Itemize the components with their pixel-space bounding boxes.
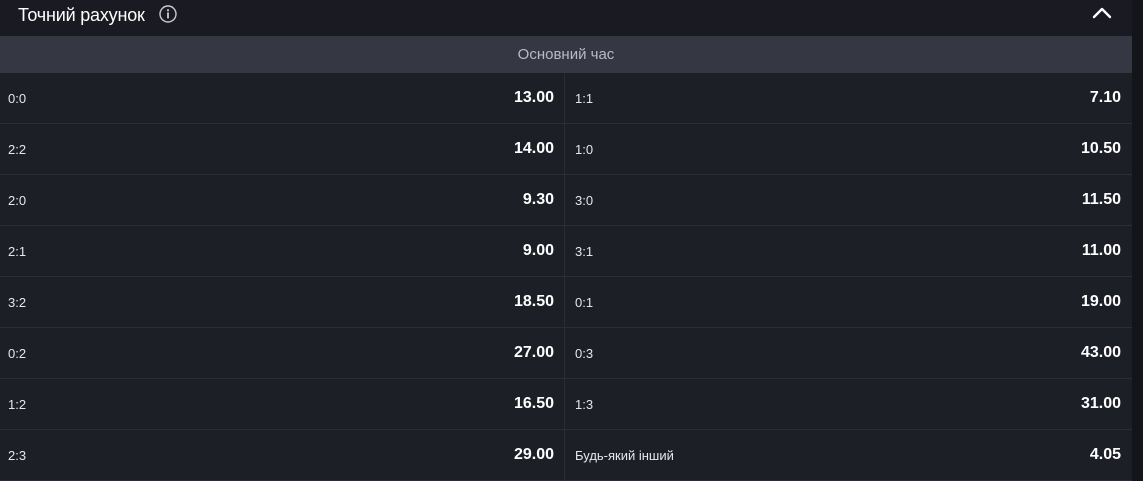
odds-cell[interactable]: 0:1 19.00 [565,277,1131,327]
exact-score-market: Точний рахунок Основний час 0:0 13.00 1:… [0,0,1132,481]
info-icon[interactable] [159,5,177,23]
odds-cell[interactable]: 3:1 11.00 [565,226,1131,276]
odds-value: 31.00 [1080,395,1121,412]
period-header: Основний час [0,36,1132,73]
odds-cell[interactable]: 2:1 9.00 [0,226,565,276]
outcome-label: 2:1 [8,243,27,259]
odds-value: 4.05 [1089,446,1121,463]
odds-value: 19.00 [1080,293,1121,310]
outcome-label: 0:0 [8,90,27,106]
outcome-label: 1:0 [575,141,594,157]
market-header[interactable]: Точний рахунок [0,0,1132,36]
odds-cell[interactable]: 1:1 7.10 [565,73,1131,123]
odds-row: 2:0 9.30 3:0 11.50 [0,175,1132,226]
market-title: Точний рахунок [18,5,145,25]
odds-row: 3:2 18.50 0:1 19.00 [0,277,1132,328]
odds-cell[interactable]: 3:2 18.50 [0,277,565,327]
odds-cell[interactable]: 2:0 9.30 [0,175,565,225]
odds-cell[interactable]: 1:3 31.00 [565,379,1131,429]
outcome-label: 2:0 [8,192,27,208]
odds-row: 0:0 13.00 1:1 7.10 [0,73,1132,124]
odds-value: 29.00 [513,446,554,463]
odds-value: 14.00 [513,140,554,157]
odds-cell[interactable]: 0:3 43.00 [565,328,1131,378]
odds-value: 10.50 [1080,140,1121,157]
outcome-label: 1:3 [575,396,594,412]
outcome-label: 1:1 [575,90,594,106]
odds-row: 1:2 16.50 1:3 31.00 [0,379,1132,430]
outcome-label: 3:2 [8,294,27,310]
odds-row: 2:2 14.00 1:0 10.50 [0,124,1132,175]
odds-row: 0:2 27.00 0:3 43.00 [0,328,1132,379]
odds-cell[interactable]: 1:2 16.50 [0,379,565,429]
odds-grid: 0:0 13.00 1:1 7.10 2:2 14.00 1:0 10.50 2… [0,73,1132,481]
scrollbar-track[interactable] [1132,0,1143,481]
chevron-up-icon[interactable] [1090,2,1114,22]
odds-value: 11.50 [1081,191,1121,208]
odds-cell[interactable]: 2:2 14.00 [0,124,565,174]
odds-row: 2:1 9.00 3:1 11.00 [0,226,1132,277]
odds-cell[interactable]: 3:0 11.50 [565,175,1131,225]
odds-cell[interactable]: 0:2 27.00 [0,328,565,378]
outcome-label: 1:2 [8,396,27,412]
odds-cell[interactable]: 1:0 10.50 [565,124,1131,174]
odds-value: 18.50 [513,293,554,310]
outcome-label: Будь-який інший [575,447,674,463]
odds-value: 16.50 [513,395,554,412]
odds-value: 27.00 [513,344,554,361]
odds-cell[interactable]: Будь-який інший 4.05 [565,430,1131,480]
odds-value: 43.00 [1080,344,1121,361]
outcome-label: 2:2 [8,141,27,157]
odds-value: 9.00 [522,242,554,259]
odds-value: 7.10 [1089,89,1121,106]
outcome-label: 3:1 [575,243,594,259]
odds-value: 13.00 [513,89,554,106]
odds-cell[interactable]: 2:3 29.00 [0,430,565,480]
outcome-label: 0:3 [575,345,594,361]
odds-cell[interactable]: 0:0 13.00 [0,73,565,123]
odds-value: 11.00 [1081,242,1121,259]
odds-value: 9.30 [522,191,554,208]
outcome-label: 0:1 [575,294,594,310]
odds-row: 2:3 29.00 Будь-який інший 4.05 [0,430,1132,481]
outcome-label: 0:2 [8,345,27,361]
outcome-label: 2:3 [8,447,27,463]
outcome-label: 3:0 [575,192,594,208]
